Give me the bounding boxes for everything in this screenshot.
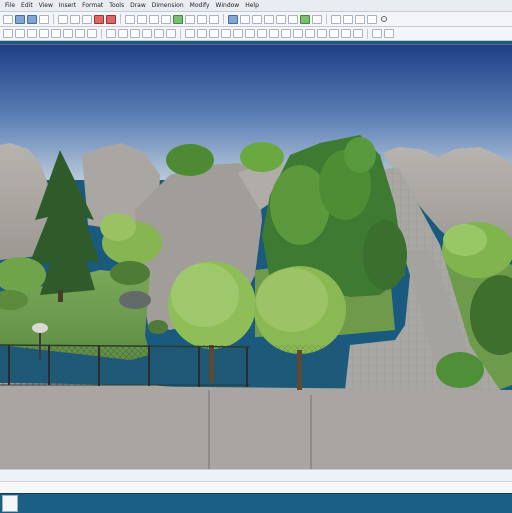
scale-icon[interactable] bbox=[269, 29, 279, 38]
save-icon[interactable] bbox=[27, 14, 37, 24]
menu-file[interactable]: File bbox=[3, 2, 17, 9]
extend-icon[interactable] bbox=[305, 29, 315, 38]
design-center-icon[interactable] bbox=[197, 14, 207, 24]
pan-icon[interactable] bbox=[125, 14, 135, 24]
cad-application-window: File Edit View Insert Format Tools Draw … bbox=[0, 0, 512, 513]
plaza-seam bbox=[310, 395, 312, 470]
rectangle-icon[interactable] bbox=[39, 29, 49, 38]
orbit-icon[interactable] bbox=[173, 14, 183, 24]
menu-dimension[interactable]: Dimension bbox=[150, 2, 186, 9]
hatch-icon[interactable] bbox=[142, 29, 152, 38]
copy-object-icon[interactable] bbox=[197, 29, 207, 38]
chamfer-icon[interactable] bbox=[329, 29, 339, 38]
menu-bar: File Edit View Insert Format Tools Draw … bbox=[0, 0, 512, 12]
landscape-icon[interactable] bbox=[300, 14, 310, 24]
fog-icon[interactable] bbox=[288, 14, 298, 24]
explode-icon[interactable] bbox=[353, 29, 363, 38]
stretch-icon[interactable] bbox=[281, 29, 291, 38]
layer-icon[interactable] bbox=[331, 14, 341, 24]
layer-previous-icon[interactable] bbox=[343, 14, 353, 24]
zoom-previous-icon[interactable] bbox=[161, 14, 171, 24]
close-icon[interactable] bbox=[381, 16, 387, 22]
toolbar-divider bbox=[326, 14, 327, 24]
array-icon[interactable] bbox=[233, 29, 243, 38]
lights-icon[interactable] bbox=[252, 14, 262, 24]
background-icon[interactable] bbox=[276, 14, 286, 24]
fillet-icon[interactable] bbox=[341, 29, 351, 38]
redo-icon[interactable] bbox=[106, 14, 116, 24]
menu-window[interactable]: Window bbox=[214, 2, 242, 9]
polyline-icon[interactable] bbox=[15, 29, 25, 38]
circle-icon[interactable] bbox=[63, 29, 73, 38]
layer-dropdown-icon[interactable] bbox=[372, 29, 382, 38]
menu-edit[interactable]: Edit bbox=[19, 2, 35, 9]
render-viewport[interactable] bbox=[0, 44, 512, 471]
spline-icon[interactable] bbox=[75, 29, 85, 38]
materials-icon[interactable] bbox=[240, 14, 250, 24]
open-folder-icon[interactable] bbox=[15, 14, 25, 24]
arc-icon[interactable] bbox=[51, 29, 61, 38]
toolbar-divider bbox=[367, 28, 368, 39]
toolbar-divider bbox=[120, 14, 121, 24]
undo-icon[interactable] bbox=[94, 14, 104, 24]
menu-view[interactable]: View bbox=[37, 2, 55, 9]
command-line[interactable] bbox=[0, 481, 512, 493]
plaza bbox=[0, 385, 512, 470]
copy-icon[interactable] bbox=[70, 14, 80, 24]
status-bar bbox=[0, 469, 512, 481]
match-properties-icon[interactable] bbox=[355, 14, 365, 24]
trim-icon[interactable] bbox=[293, 29, 303, 38]
toolbar-divider bbox=[53, 14, 54, 24]
cut-icon[interactable] bbox=[58, 14, 68, 24]
text-icon[interactable] bbox=[166, 29, 176, 38]
zoom-window-icon[interactable] bbox=[149, 14, 159, 24]
menu-format[interactable]: Format bbox=[80, 2, 105, 9]
color-dropdown-icon[interactable] bbox=[384, 29, 394, 38]
zoom-realtime-icon[interactable] bbox=[137, 14, 147, 24]
move-icon[interactable] bbox=[245, 29, 255, 38]
new-file-icon[interactable] bbox=[3, 14, 13, 24]
insert-block-icon[interactable] bbox=[106, 29, 116, 38]
menu-tools[interactable]: Tools bbox=[107, 2, 126, 9]
paste-icon[interactable] bbox=[82, 14, 92, 24]
mirror-icon[interactable] bbox=[209, 29, 219, 38]
toolbar-divider bbox=[180, 28, 181, 39]
render-icon[interactable] bbox=[228, 14, 238, 24]
draw-toolbar bbox=[0, 27, 512, 41]
rotate-icon[interactable] bbox=[257, 29, 267, 38]
properties-icon[interactable] bbox=[185, 14, 195, 24]
plaza-seam bbox=[208, 390, 210, 470]
erase-icon[interactable] bbox=[185, 29, 195, 38]
offset-icon[interactable] bbox=[221, 29, 231, 38]
toolbar-divider bbox=[101, 28, 102, 39]
menu-modify[interactable]: Modify bbox=[188, 2, 212, 9]
menu-draw[interactable]: Draw bbox=[128, 2, 148, 9]
taskbar bbox=[0, 493, 512, 513]
polygon-icon[interactable] bbox=[27, 29, 37, 38]
region-icon[interactable] bbox=[154, 29, 164, 38]
ellipse-icon[interactable] bbox=[87, 29, 97, 38]
menu-insert[interactable]: Insert bbox=[57, 2, 78, 9]
break-icon[interactable] bbox=[317, 29, 327, 38]
tool-palettes-icon[interactable] bbox=[209, 14, 219, 24]
scene-icon[interactable] bbox=[264, 14, 274, 24]
landscape-render bbox=[0, 45, 512, 470]
point-icon[interactable] bbox=[130, 29, 140, 38]
statistics-icon[interactable] bbox=[312, 14, 322, 24]
help-icon[interactable] bbox=[367, 14, 377, 24]
menu-help[interactable]: Help bbox=[243, 2, 261, 9]
make-block-icon[interactable] bbox=[118, 29, 128, 38]
chain-link-fence bbox=[0, 344, 345, 387]
toolbar-divider bbox=[223, 14, 224, 24]
print-icon[interactable] bbox=[39, 14, 49, 24]
standard-toolbar bbox=[0, 12, 512, 27]
line-icon[interactable] bbox=[3, 29, 13, 38]
start-button[interactable] bbox=[2, 495, 18, 512]
